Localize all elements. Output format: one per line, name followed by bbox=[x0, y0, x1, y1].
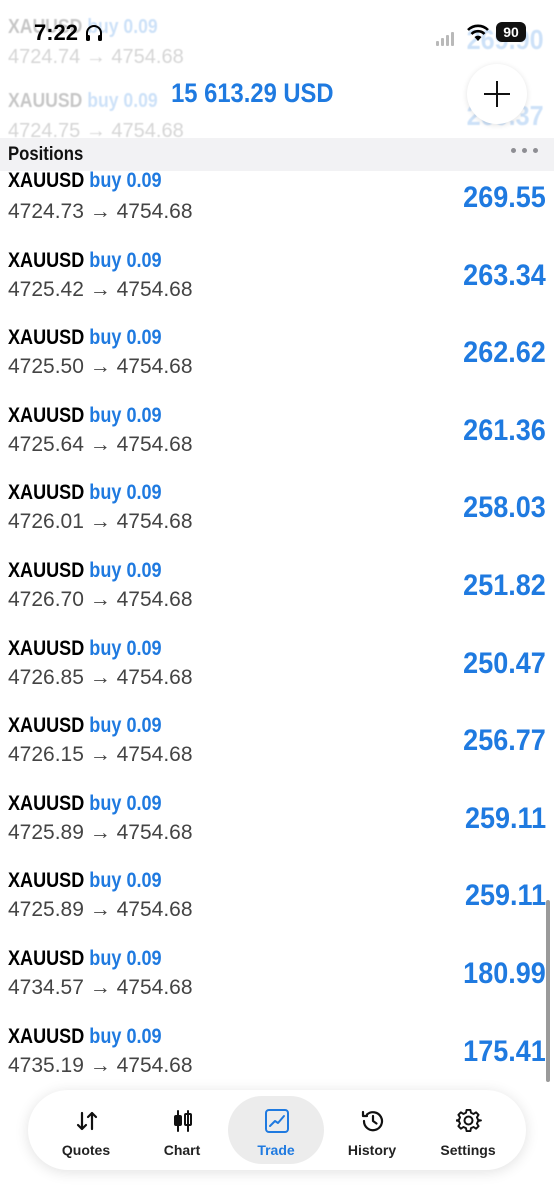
position-symbol: XAUUSD buy 0.09 bbox=[8, 248, 162, 272]
position-symbol: XAUUSD buy 0.09 bbox=[8, 481, 162, 505]
headphones-icon bbox=[86, 25, 102, 41]
position-prices: 4735.19 → 4754.68 bbox=[8, 1053, 193, 1077]
tab-label: Trade bbox=[257, 1142, 295, 1158]
plus-icon bbox=[484, 81, 510, 107]
position-prices: 4726.01 → 4754.68 bbox=[8, 510, 193, 534]
position-row[interactable]: XAUUSD buy 0.09 4725.89 → 4754.68 259.11 bbox=[0, 792, 554, 870]
position-prices: 4725.64 → 4754.68 bbox=[8, 432, 193, 456]
status-time: 7:22 bbox=[34, 20, 79, 45]
battery-icon: 90 bbox=[496, 22, 526, 42]
position-profit: 251.82 bbox=[463, 568, 546, 602]
position-row[interactable]: XAUUSD buy 0.09 4725.42 → 4754.68 263.34 bbox=[0, 249, 554, 327]
trade-icon bbox=[265, 1109, 289, 1133]
position-symbol: XAUUSD buy 0.09 bbox=[8, 1024, 162, 1048]
position-prices: 4726.70 → 4754.68 bbox=[8, 587, 193, 611]
position-prices: 4725.89 → 4754.68 bbox=[8, 820, 193, 844]
chart-icon bbox=[174, 1110, 192, 1132]
settings-icon bbox=[456, 1108, 482, 1133]
position-profit: 269.55 bbox=[463, 181, 546, 214]
quotes-icon bbox=[76, 1111, 98, 1131]
position-profit: 262.62 bbox=[463, 336, 546, 370]
tab-history[interactable]: History bbox=[324, 1096, 420, 1164]
position-profit: 180.99 bbox=[463, 956, 546, 990]
tab-settings[interactable]: Settings bbox=[420, 1096, 516, 1164]
tab-quotes[interactable]: Quotes bbox=[38, 1096, 134, 1164]
position-profit: 250.47 bbox=[463, 646, 546, 680]
tab-label: History bbox=[347, 1142, 397, 1158]
position-symbol: XAUUSD buy 0.09 bbox=[8, 869, 162, 893]
tab-label: Quotes bbox=[61, 1142, 111, 1158]
position-profit: 175.41 bbox=[463, 1034, 546, 1068]
position-row[interactable]: XAUUSD buy 0.09 4724.73 → 4754.68 269.55 bbox=[0, 169, 554, 249]
position-symbol: XAUUSD buy 0.09 bbox=[8, 714, 162, 738]
position-row[interactable]: XAUUSD buy 0.09 4726.85 → 4754.68 250.47 bbox=[0, 637, 554, 715]
position-prices: 4726.85 → 4754.68 bbox=[8, 665, 193, 689]
status-bar: 7:22 90 bbox=[0, 0, 554, 60]
positions-section-header: Positions bbox=[0, 138, 554, 171]
tab-label: Settings bbox=[440, 1142, 496, 1158]
position-row[interactable]: XAUUSD buy 0.09 4725.50 → 4754.68 262.62 bbox=[0, 326, 554, 404]
tab-chart[interactable]: Chart bbox=[134, 1096, 230, 1164]
position-symbol: XAUUSD buy 0.09 bbox=[8, 558, 162, 582]
position-prices: 4734.57 → 4754.68 bbox=[8, 975, 193, 999]
bottom-tab-bar: Quotes Chart Trade History Settings bbox=[28, 1090, 526, 1170]
history-icon bbox=[361, 1110, 384, 1132]
cellular-signal-icon bbox=[436, 28, 456, 46]
tab-trade[interactable]: Trade bbox=[228, 1096, 324, 1164]
new-order-button[interactable] bbox=[467, 64, 527, 124]
wifi-icon bbox=[467, 24, 489, 41]
position-prices: 4726.15 → 4754.68 bbox=[8, 743, 193, 767]
more-options-icon[interactable] bbox=[511, 148, 538, 153]
position-profit: 258.03 bbox=[463, 491, 546, 525]
section-title: Positions bbox=[8, 144, 84, 165]
position-row[interactable]: XAUUSD buy 0.09 4726.70 → 4754.68 251.82 bbox=[0, 559, 554, 637]
position-symbol: XAUUSD buy 0.09 bbox=[8, 636, 162, 660]
position-row[interactable]: XAUUSD buy 0.09 4726.15 → 4754.68 256.77 bbox=[0, 714, 554, 792]
position-symbol: XAUUSD buy 0.09 bbox=[8, 326, 162, 350]
position-prices: 4725.50 → 4754.68 bbox=[8, 355, 193, 379]
position-prices: 4725.89 → 4754.68 bbox=[8, 898, 193, 922]
position-profit: 259.11 bbox=[464, 879, 546, 913]
position-row[interactable]: XAUUSD buy 0.09 4725.64 → 4754.68 261.36 bbox=[0, 404, 554, 482]
position-profit: 263.34 bbox=[463, 258, 546, 292]
position-profit: 261.36 bbox=[463, 413, 546, 447]
positions-list: XAUUSD buy 0.09 4724.73 → 4754.68 269.55… bbox=[0, 169, 554, 1102]
position-prices: 4725.42 → 4754.68 bbox=[8, 277, 193, 301]
position-row[interactable]: XAUUSD buy 0.09 4734.57 → 4754.68 180.99 bbox=[0, 947, 554, 1025]
position-profit: 259.11 bbox=[464, 801, 546, 835]
position-profit: 256.77 bbox=[463, 724, 546, 758]
scrollbar[interactable] bbox=[546, 900, 550, 1082]
position-row[interactable]: XAUUSD buy 0.09 4725.89 → 4754.68 259.11 bbox=[0, 869, 554, 947]
position-symbol: XAUUSD buy 0.09 bbox=[8, 169, 162, 192]
position-prices: 4724.73 → 4754.68 bbox=[8, 200, 193, 223]
position-symbol: XAUUSD buy 0.09 bbox=[8, 946, 162, 970]
position-row[interactable]: XAUUSD buy 0.09 4726.01 → 4754.68 258.03 bbox=[0, 481, 554, 559]
position-symbol: XAUUSD buy 0.09 bbox=[8, 403, 162, 427]
position-symbol: XAUUSD buy 0.09 bbox=[8, 791, 162, 815]
tab-label: Chart bbox=[163, 1142, 201, 1158]
